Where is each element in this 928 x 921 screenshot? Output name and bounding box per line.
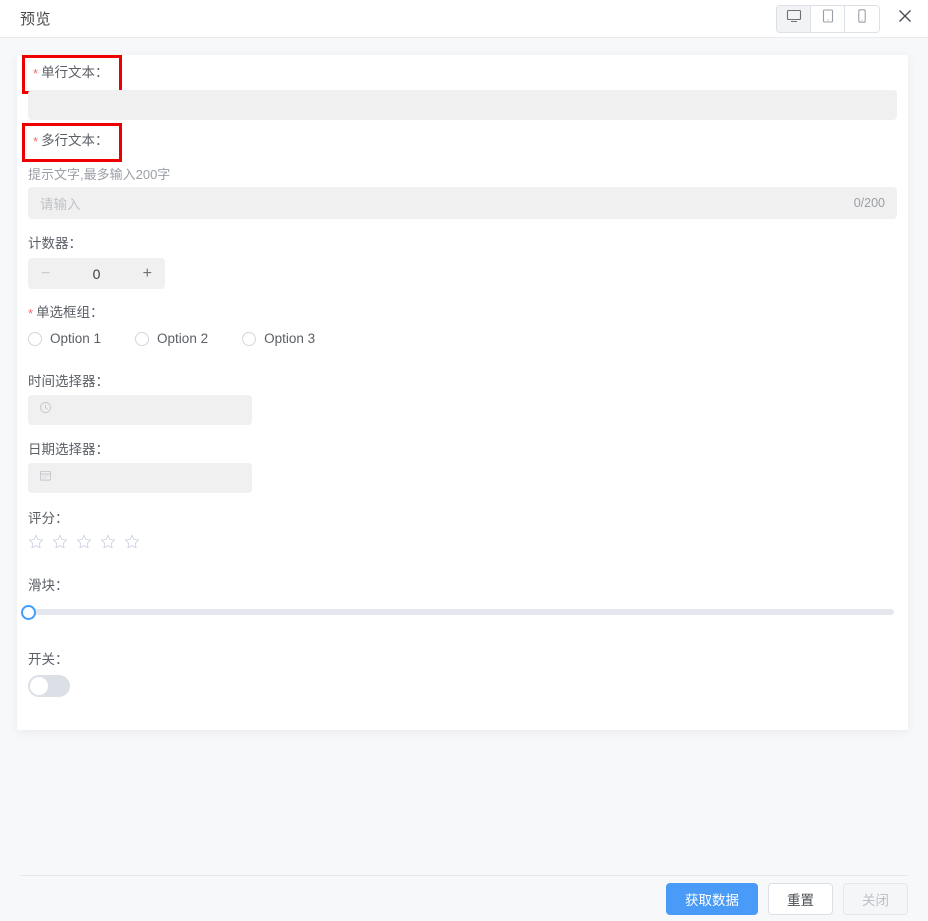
required-star-icon: * bbox=[33, 134, 38, 149]
date-picker-input[interactable] bbox=[28, 463, 252, 493]
star-icon-3[interactable] bbox=[76, 534, 92, 555]
rating-label: 评分： bbox=[28, 510, 69, 528]
calendar-icon bbox=[39, 469, 52, 487]
reset-button[interactable]: 重置 bbox=[768, 883, 833, 915]
single-line-input[interactable] bbox=[28, 90, 897, 120]
monitor-icon bbox=[786, 8, 802, 29]
tablet-icon bbox=[820, 8, 836, 29]
radio-circle-icon bbox=[28, 332, 42, 346]
get-data-button[interactable]: 获取数据 bbox=[666, 883, 758, 915]
counter-label: 计数器： bbox=[28, 235, 82, 253]
mobile-icon bbox=[854, 8, 870, 29]
quantity-stepper[interactable]: − 0 + bbox=[28, 258, 165, 289]
radio-group-label: *单选框组： bbox=[28, 304, 104, 323]
time-picker-input[interactable] bbox=[28, 395, 252, 425]
multi-line-label-annotation: *多行文本： bbox=[22, 123, 122, 162]
character-counter: 0/200 bbox=[854, 196, 885, 210]
slider-handle[interactable] bbox=[21, 605, 36, 620]
single-line-label-annotation: *单行文本： bbox=[22, 55, 122, 94]
close-action-button: 关闭 bbox=[843, 883, 908, 915]
required-star-icon: * bbox=[33, 66, 38, 81]
radio-option-2[interactable]: Option 2 bbox=[135, 331, 208, 346]
footer-actions: 获取数据 重置 关闭 bbox=[0, 876, 928, 921]
stepper-increment-button[interactable]: + bbox=[143, 265, 152, 283]
device-toggle-group[interactable] bbox=[776, 5, 880, 33]
radio-circle-icon bbox=[135, 332, 149, 346]
time-picker-label: 时间选择器： bbox=[28, 373, 109, 391]
multi-line-placeholder: 请输入 bbox=[40, 193, 81, 213]
rating-stars[interactable] bbox=[28, 534, 140, 555]
multi-line-textarea[interactable]: 请输入 0/200 bbox=[28, 187, 897, 219]
radio-option-1[interactable]: Option 1 bbox=[28, 331, 101, 346]
switch-knob bbox=[30, 677, 48, 695]
slider[interactable] bbox=[21, 603, 894, 621]
radio-option-3[interactable]: Option 3 bbox=[242, 331, 315, 346]
date-picker-label: 日期选择器： bbox=[28, 441, 109, 459]
toggle-switch[interactable] bbox=[28, 675, 70, 697]
header-actions bbox=[776, 5, 916, 33]
single-line-label: *单行文本： bbox=[22, 55, 122, 94]
radio-circle-icon bbox=[242, 332, 256, 346]
star-icon-2[interactable] bbox=[52, 534, 68, 555]
preview-modal: 预览 bbox=[0, 0, 928, 921]
close-icon bbox=[896, 7, 914, 30]
stepper-value: 0 bbox=[93, 266, 101, 282]
star-icon-4[interactable] bbox=[100, 534, 116, 555]
switch-label: 开关： bbox=[28, 651, 69, 669]
modal-header: 预览 bbox=[0, 0, 928, 38]
multi-line-label: *多行文本： bbox=[22, 123, 122, 162]
required-star-icon: * bbox=[28, 306, 33, 321]
preview-form-card: *单行文本： *多行文本： 提示文字,最多输入200字 请输入 0/200 计数… bbox=[17, 55, 908, 730]
clock-icon bbox=[39, 401, 52, 419]
slider-track[interactable] bbox=[27, 609, 894, 615]
stepper-decrement-button[interactable]: − bbox=[41, 265, 50, 283]
star-icon-5[interactable] bbox=[124, 534, 140, 555]
slider-label: 滑块： bbox=[28, 577, 69, 595]
close-button[interactable] bbox=[894, 8, 916, 30]
star-icon-1[interactable] bbox=[28, 534, 44, 555]
device-mobile-button[interactable] bbox=[845, 6, 879, 32]
device-tablet-button[interactable] bbox=[811, 6, 845, 32]
device-desktop-button[interactable] bbox=[777, 6, 811, 32]
page-title: 预览 bbox=[20, 8, 51, 29]
multi-line-helper-text: 提示文字,最多输入200字 bbox=[28, 164, 170, 183]
radio-group[interactable]: Option 1 Option 2 Option 3 bbox=[28, 331, 349, 346]
